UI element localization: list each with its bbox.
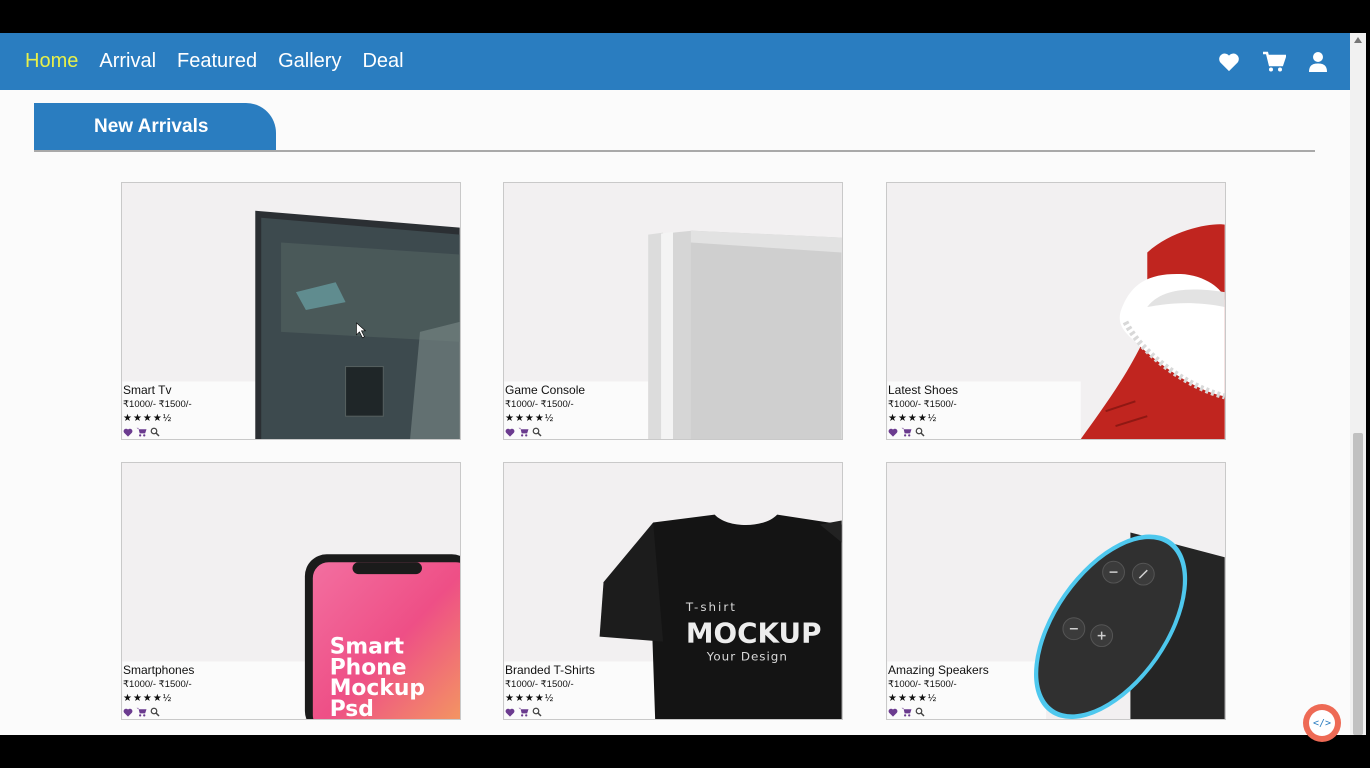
search-icon[interactable] [915,707,925,717]
scroll-thumb[interactable] [1353,433,1363,735]
product-info: Amazing Speakers ₹1000/- ₹1500/- ★★★★½ [887,663,989,719]
browser-viewport: Home Arrival Featured Gallery Deal New A… [0,33,1350,735]
product-actions [505,426,585,438]
product-name: Amazing Speakers [888,663,989,677]
nav-link-deal[interactable]: Deal [362,50,403,73]
product-price: ₹1000/- ₹1500/- [505,399,574,410]
product-info: Branded T-Shirts ₹1000/- ₹1500/- ★★★★½ [504,663,595,719]
product-actions [505,706,595,718]
heart-icon[interactable] [1218,52,1240,72]
product-price: ₹1000/- ₹1500/- [888,679,957,690]
wishlist-heart-icon[interactable] [505,708,515,717]
navbar: Home Arrival Featured Gallery Deal [0,33,1350,90]
product-rating: ★★★★½ [505,413,555,424]
product-card-latest-shoes[interactable]: Latest Shoes ₹1000/- ₹1500/- ★★★★½ [886,182,1226,440]
product-price: ₹1000/- ₹1500/- [505,679,574,690]
product-actions [123,706,194,718]
product-card-game-console[interactable]: Game Console ₹1000/- ₹1500/- ★★★★½ [503,182,843,440]
add-to-cart-icon[interactable] [901,427,912,437]
product-actions [123,426,192,438]
nav-link-arrival[interactable]: Arrival [99,50,156,73]
wishlist-heart-icon[interactable] [888,428,898,437]
add-to-cart-icon[interactable] [136,427,147,437]
product-name: Smartphones [123,663,195,677]
vertical-scrollbar[interactable] [1350,33,1366,735]
product-card-smart-tv[interactable]: Smart Tv ₹1000/- ₹1500/- ★★★★½ [121,182,461,440]
wishlist-heart-icon[interactable] [123,428,133,437]
product-rating: ★★★★½ [888,413,938,424]
product-price: ₹1000/- ₹1500/- [123,679,192,690]
cart-icon[interactable] [1262,51,1286,73]
product-info: Latest Shoes ₹1000/- ₹1500/- ★★★★½ [887,383,958,439]
product-card-branded-tshirts[interactable]: T-shirt MOCKUP Your Design Branded T-Shi… [503,462,843,720]
wishlist-heart-icon[interactable] [505,428,515,437]
product-price: ₹1000/- ₹1500/- [123,399,192,410]
search-icon[interactable] [532,707,542,717]
search-icon[interactable] [150,707,160,717]
product-rating: ★★★★½ [123,413,173,424]
product-actions [888,706,989,718]
search-icon[interactable] [915,427,925,437]
scroll-up-arrow-icon[interactable] [1354,37,1362,43]
product-name: Smart Tv [123,383,172,397]
product-card-smartphones[interactable]: Smart Phone Mockup Psd Smartphones ₹1000… [121,462,461,720]
product-info: Smartphones ₹1000/- ₹1500/- ★★★★½ [122,663,194,719]
product-rating: ★★★★½ [505,693,555,704]
add-to-cart-icon[interactable] [518,707,529,717]
product-name: Branded T-Shirts [505,663,595,677]
phone-art-text-4: Psd [330,697,374,719]
product-rating: ★★★★½ [888,693,938,704]
search-icon[interactable] [532,427,542,437]
code-badge[interactable]: </> [1303,704,1341,742]
wishlist-heart-icon[interactable] [888,708,898,717]
tshirt-art-text-2: MOCKUP [686,617,822,650]
nav-link-featured[interactable]: Featured [177,50,257,73]
product-actions [888,426,958,438]
nav-link-gallery[interactable]: Gallery [278,50,341,73]
product-name: Latest Shoes [888,383,959,397]
nav-link-home[interactable]: Home [25,50,78,73]
section-divider [34,150,1315,152]
user-icon[interactable] [1308,51,1328,73]
section-title-tab: New Arrivals [34,103,276,151]
nav-icons [1218,33,1328,90]
add-to-cart-icon[interactable] [518,427,529,437]
product-price: ₹1000/- ₹1500/- [888,399,957,410]
product-info: Game Console ₹1000/- ₹1500/- ★★★★½ [504,383,585,439]
add-to-cart-icon[interactable] [901,707,912,717]
code-icon: </> [1309,710,1335,736]
product-name: Game Console [505,383,586,397]
product-info: Smart Tv ₹1000/- ₹1500/- ★★★★½ [122,383,192,439]
wishlist-heart-icon[interactable] [123,708,133,717]
search-icon[interactable] [150,427,160,437]
product-rating: ★★★★½ [123,693,173,704]
tshirt-art-text-1: T-shirt [685,600,737,614]
product-card-amazing-speakers[interactable]: Amazing Speakers ₹1000/- ₹1500/- ★★★★½ [886,462,1226,720]
add-to-cart-icon[interactable] [136,707,147,717]
nav-links: Home Arrival Featured Gallery Deal [25,33,404,90]
section-title: New Arrivals [94,116,209,137]
tshirt-art-text-3: Your Design [706,649,788,663]
